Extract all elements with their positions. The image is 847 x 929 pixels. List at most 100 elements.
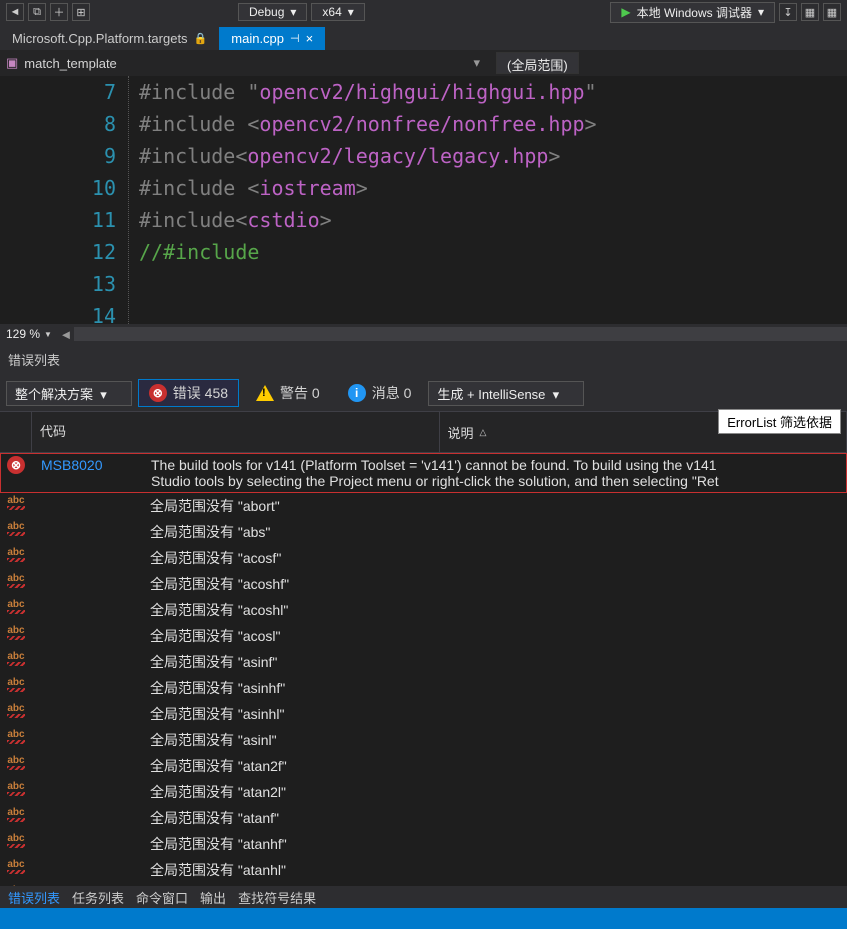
error-row[interactable]: abc全局范围没有 "atanhf" xyxy=(0,831,847,857)
messages-count: 消息 0 xyxy=(372,383,412,403)
tool-tab[interactable]: 查找符号结果 xyxy=(238,891,316,906)
error-row[interactable]: abc 全局范围没有 "abort" xyxy=(0,493,847,519)
tab-error-list[interactable]: 错误列表 xyxy=(8,888,60,907)
line-number: 11 xyxy=(0,204,116,236)
error-grid-header: 代码 说明△ ErrorList 筛选依据 xyxy=(0,411,847,453)
code-line[interactable] xyxy=(139,268,847,300)
copy-icon[interactable]: ⧉ xyxy=(28,3,46,21)
tool-tab[interactable]: 任务列表 xyxy=(72,891,124,906)
error-list-toolbar: 整个解决方案 ▾ ⊗ 错误 458 警告 0 i 消息 0 生成 + Intel… xyxy=(0,375,847,411)
info-icon: i xyxy=(348,384,366,402)
error-description: 全局范围没有 "abs" xyxy=(142,519,847,545)
grid1-icon[interactable]: ▦ xyxy=(801,3,819,21)
editor-footer: 129 % ▼ ◄ xyxy=(0,324,847,344)
error-row[interactable]: abc全局范围没有 "acoshl" xyxy=(0,597,847,623)
code-line[interactable]: #include<opencv2/legacy/legacy.hpp> xyxy=(139,140,847,172)
scroll-left-icon[interactable]: ◄ xyxy=(58,326,74,342)
solution-scope-dropdown[interactable]: 整个解决方案 ▾ xyxy=(6,381,132,406)
document-tab-bar: Microsoft.Cpp.Platform.targets 🔒 main.cp… xyxy=(0,24,847,50)
line-number: 13 xyxy=(0,268,116,300)
error-row[interactable]: ⊗MSB8020The build tools for v141 (Platfo… xyxy=(0,453,847,493)
code-line[interactable]: #include<cstdio> xyxy=(139,204,847,236)
build-intellisense-dropdown[interactable]: 生成 + IntelliSense ▾ xyxy=(428,381,584,406)
main-toolbar: ◄ ⧉ ＋ ⊞ Debug▾ x64▾ ▶本地 Windows 调试器▾ ↧ ▦… xyxy=(0,0,847,24)
intellisense-icon: abc xyxy=(6,625,26,640)
error-grid-body[interactable]: ⊗MSB8020The build tools for v141 (Platfo… xyxy=(0,453,847,886)
error-description: 全局范围没有 "acosf" xyxy=(142,545,847,571)
error-row[interactable]: abc 全局范围没有 "asinf" xyxy=(0,649,847,675)
intellisense-icon: abc xyxy=(6,729,26,744)
error-row[interactable]: abc全局范围没有 "atan2f" xyxy=(0,753,847,779)
config-dropdown[interactable]: Debug▾ xyxy=(238,3,307,21)
line-number: 14 xyxy=(0,300,116,324)
line-number: 8 xyxy=(0,108,116,140)
chevron-down-icon[interactable]: ▼ xyxy=(44,330,52,339)
nav-back-icon[interactable]: ◄ xyxy=(6,3,24,21)
horizontal-scrollbar[interactable] xyxy=(74,327,847,341)
code-editor[interactable]: 7891011121314 #include "opencv2/highgui/… xyxy=(0,76,847,324)
messages-filter-button[interactable]: i 消息 0 xyxy=(337,379,423,407)
devices-icon[interactable]: ⊞ xyxy=(72,3,90,21)
tab-label: main.cpp xyxy=(231,31,284,46)
col-code[interactable]: 代码 xyxy=(32,412,440,452)
errors-filter-button[interactable]: ⊗ 错误 458 xyxy=(138,379,239,407)
intellisense-icon: abc xyxy=(6,677,26,692)
intellisense-icon: abc xyxy=(6,521,26,536)
error-row[interactable]: abc全局范围没有 "atanf" xyxy=(0,805,847,831)
error-row[interactable]: abc 全局范围没有 "atan2l" xyxy=(0,779,847,805)
error-description: 全局范围没有 "asinhl" xyxy=(142,701,847,727)
step-icon[interactable]: ↧ xyxy=(779,3,797,21)
intellisense-icon: abc xyxy=(6,547,26,562)
project-name: match_template xyxy=(24,56,117,71)
error-icon: ⊗ xyxy=(7,456,25,474)
tab-platform-targets[interactable]: Microsoft.Cpp.Platform.targets 🔒 xyxy=(0,27,219,50)
code-body[interactable]: #include "opencv2/highgui/highgui.hpp"#i… xyxy=(128,76,847,324)
error-row[interactable]: abc 全局范围没有 "abs" xyxy=(0,519,847,545)
tool-tab[interactable]: 命令窗口 xyxy=(136,891,188,906)
sort-asc-icon: △ xyxy=(480,427,487,438)
error-row[interactable]: abc全局范围没有 "asinhl" xyxy=(0,701,847,727)
intellisense-icon: abc xyxy=(6,495,26,510)
error-row[interactable]: abc全局范围没有 "acosl" xyxy=(0,623,847,649)
code-line[interactable]: #include "opencv2/highgui/highgui.hpp" xyxy=(139,76,847,108)
platform-dropdown[interactable]: x64▾ xyxy=(311,3,364,21)
error-row[interactable]: abc 全局范围没有 "atanhl" xyxy=(0,857,847,883)
error-description: The build tools for v141 (Platform Tools… xyxy=(143,454,846,492)
line-number: 9 xyxy=(0,140,116,172)
error-list-panel-title: 错误列表 xyxy=(0,344,847,375)
error-description: 全局范围没有 "asinf" xyxy=(142,649,847,675)
error-row[interactable]: abc全局范围没有 "acoshf" xyxy=(0,571,847,597)
code-line[interactable] xyxy=(139,300,847,324)
error-description: 全局范围没有 "abort" xyxy=(142,493,847,519)
scope-dropdown[interactable]: (全局范围) xyxy=(496,52,579,74)
errors-count: 错误 458 xyxy=(173,383,228,403)
project-dropdown[interactable]: ▣ match_template ▾ xyxy=(0,55,480,71)
col-icon[interactable] xyxy=(0,412,32,452)
warnings-filter-button[interactable]: 警告 0 xyxy=(245,379,331,407)
error-row[interactable]: abc 全局范围没有 "asinhf" xyxy=(0,675,847,701)
close-icon[interactable]: × xyxy=(306,31,314,46)
error-description: 全局范围没有 "atan2f" xyxy=(142,753,847,779)
errorlist-filter-tooltip: ErrorList 筛选依据 xyxy=(718,409,841,434)
zoom-control[interactable]: 129 % ▼ xyxy=(0,327,58,341)
error-row[interactable]: abc 全局范围没有 "acosf" xyxy=(0,545,847,571)
intellisense-icon: abc xyxy=(6,781,26,796)
line-number: 12 xyxy=(0,236,116,268)
error-description: 全局范围没有 "asinhf" xyxy=(142,675,847,701)
tool-tab[interactable]: 输出 xyxy=(200,891,226,906)
intellisense-icon: abc xyxy=(6,651,26,666)
error-description: 全局范围没有 "atan2l" xyxy=(142,779,847,805)
code-line[interactable]: #include <iostream> xyxy=(139,172,847,204)
intellisense-icon: abc xyxy=(6,573,26,588)
tab-main-cpp[interactable]: main.cpp ⊣ × xyxy=(219,27,325,50)
grid2-icon[interactable]: ▦ xyxy=(823,3,841,21)
start-debug-button[interactable]: ▶本地 Windows 调试器▾ xyxy=(610,2,775,23)
pin-icon[interactable]: ⊣ xyxy=(290,32,300,45)
intellisense-icon: abc xyxy=(6,859,26,874)
error-row[interactable]: abc全局范围没有 "asinl" xyxy=(0,727,847,753)
code-line[interactable]: //#include xyxy=(139,236,847,268)
status-bar xyxy=(0,908,847,929)
error-description: 全局范围没有 "atanhl" xyxy=(142,857,847,883)
new-icon[interactable]: ＋ xyxy=(50,3,68,21)
code-line[interactable]: #include <opencv2/nonfree/nonfree.hpp> xyxy=(139,108,847,140)
